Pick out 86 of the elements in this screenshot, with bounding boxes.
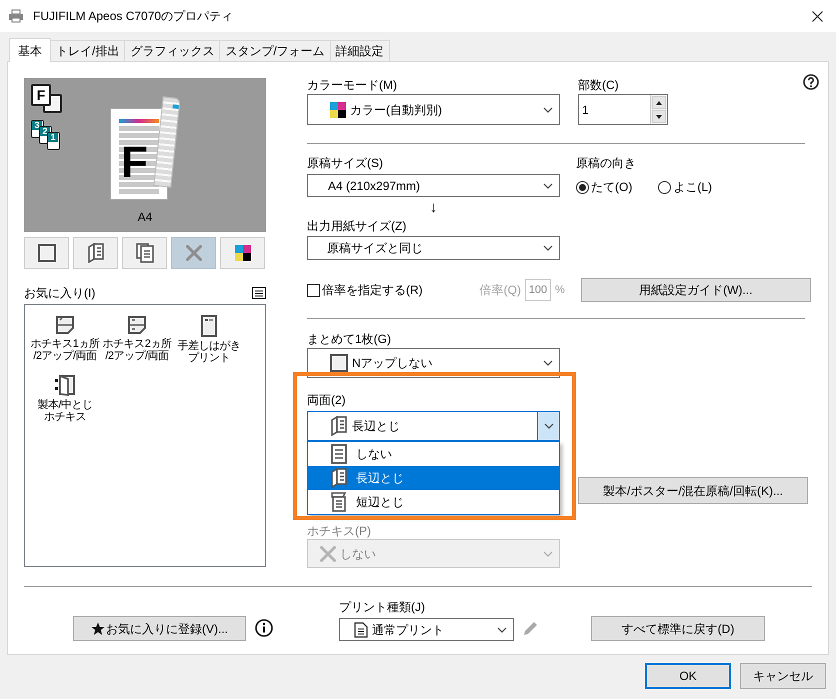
button[interactable]: すべて標準に戻す(D) — [591, 616, 765, 641]
stacked-pages-icon — [136, 243, 154, 263]
spin-up-button[interactable] — [652, 96, 666, 109]
chevron-down-icon — [543, 550, 553, 556]
chevron-down-icon — [543, 245, 553, 251]
radio-button[interactable]: よこ(L) — [658, 178, 712, 196]
card-icon — [201, 315, 217, 337]
tab[interactable]: 詳細設定 — [330, 40, 390, 61]
favorite-item[interactable]: 製本/中とじ ホチキス — [29, 374, 101, 423]
page-icon — [127, 315, 147, 335]
long-edge-duplex-icon — [330, 416, 348, 436]
square-icon — [330, 354, 348, 372]
square-icon — [38, 244, 56, 262]
dropdown-option[interactable]: 短辺とじ — [308, 490, 559, 514]
button[interactable]: OK — [645, 663, 731, 689]
page-icon — [55, 315, 75, 335]
dropdown[interactable]: カラー(自動判別) — [307, 94, 560, 125]
field-value: 1 — [581, 102, 590, 119]
button[interactable]: 製本/ポスター/混在原稿/回転(K)... — [578, 477, 808, 504]
dropdown[interactable]: 長辺とじ — [307, 411, 560, 441]
radio-button[interactable]: たて(O) — [576, 178, 632, 196]
help-icon[interactable] — [803, 74, 819, 90]
star-icon — [91, 622, 105, 636]
button[interactable]: キャンセル — [740, 663, 826, 689]
view-toggle-button[interactable] — [122, 237, 167, 269]
long-edge-duplex-icon — [330, 468, 348, 488]
field-label: ホチキス(P) — [307, 524, 371, 539]
field-label: 原稿サイズ(S) — [307, 156, 384, 171]
field-label: カラーモード(M) — [307, 78, 398, 93]
button[interactable]: 用紙設定ガイド(W)... — [580, 278, 811, 302]
chevron-down-icon — [543, 182, 553, 188]
booklet-icon — [54, 374, 76, 396]
chevron-down-icon — [543, 106, 553, 112]
long-edge-duplex-icon — [86, 243, 104, 263]
list-icon[interactable] — [252, 287, 266, 299]
field-label: 部数(C) — [578, 78, 620, 93]
dropdown-option[interactable]: しない — [308, 442, 559, 466]
dropdown[interactable]: 原稿サイズと同じ — [307, 236, 560, 260]
cross-icon — [320, 546, 336, 562]
field-label: 倍率(Q) — [480, 282, 521, 299]
document-icon — [354, 622, 368, 638]
tab[interactable]: 基本 — [9, 38, 51, 62]
window-title: FUJIFILM Apeos C7070のプロパティ — [33, 8, 234, 25]
paper-size-label: A4 — [138, 209, 152, 226]
triangle-up-icon — [654, 99, 664, 106]
field-label: 出力用紙サイズ(Z) — [307, 219, 408, 234]
dropdown[interactable]: A4 (210x297mm) — [307, 174, 560, 197]
add-favorite-button[interactable]: お気に入りに登録(V)... — [73, 616, 246, 641]
spin-field[interactable]: 1 — [578, 94, 668, 125]
color-squares-icon — [330, 102, 346, 118]
dropdown[interactable]: 通常プリント — [339, 618, 514, 641]
printer-icon — [8, 9, 24, 23]
spin-down-button[interactable] — [652, 110, 666, 123]
dropdown-value: カラー(自動判別) — [350, 102, 442, 118]
dropdown-value: 通常プリント — [372, 622, 444, 638]
field-label: プリント種類(J) — [339, 600, 426, 615]
view-toggle-button[interactable] — [73, 237, 118, 269]
favorite-item[interactable]: ホチキス1ヵ所 /2アップ/両面 — [29, 315, 101, 364]
triangle-down-icon — [654, 113, 664, 120]
view-toggle-button[interactable] — [24, 237, 69, 269]
chevron-down-icon — [543, 360, 553, 366]
favorite-item[interactable]: 手差しはがき プリント — [173, 315, 245, 364]
dropdown-option[interactable]: 長辺とじ — [308, 466, 559, 490]
section-label: お気に入り(I) — [24, 285, 96, 302]
dropdown-value: 原稿サイズと同じ — [327, 240, 423, 257]
close-icon — [812, 10, 823, 22]
down-arrow: ↓ — [428, 198, 438, 218]
cross-icon — [186, 245, 202, 261]
chevron-down-icon — [497, 626, 507, 632]
view-toggle-button[interactable] — [171, 237, 216, 269]
chevron-down-icon — [544, 423, 554, 429]
field-label: 両面(2) — [307, 393, 347, 408]
field-label: まとめて1枚(G) — [307, 332, 392, 347]
color-squares-icon — [234, 245, 250, 261]
favorite-item[interactable]: ホチキス2ヵ所 /2アップ/両面 — [101, 315, 173, 364]
info-icon — [255, 619, 273, 637]
field-label: 原稿の向き — [576, 156, 637, 171]
page-icon — [330, 444, 348, 464]
dropdown-value: 長辺とじ — [352, 418, 400, 435]
dropdown-value: しない — [340, 546, 376, 562]
dropdown-value: Nアップしない — [352, 355, 433, 372]
short-edge-duplex-icon — [330, 492, 348, 512]
unit-label: % — [555, 282, 565, 298]
dropdown-value: A4 (210x297mm) — [328, 178, 420, 194]
document-page-drawing: F — [110, 95, 180, 200]
view-toggle-button[interactable] — [220, 237, 265, 269]
